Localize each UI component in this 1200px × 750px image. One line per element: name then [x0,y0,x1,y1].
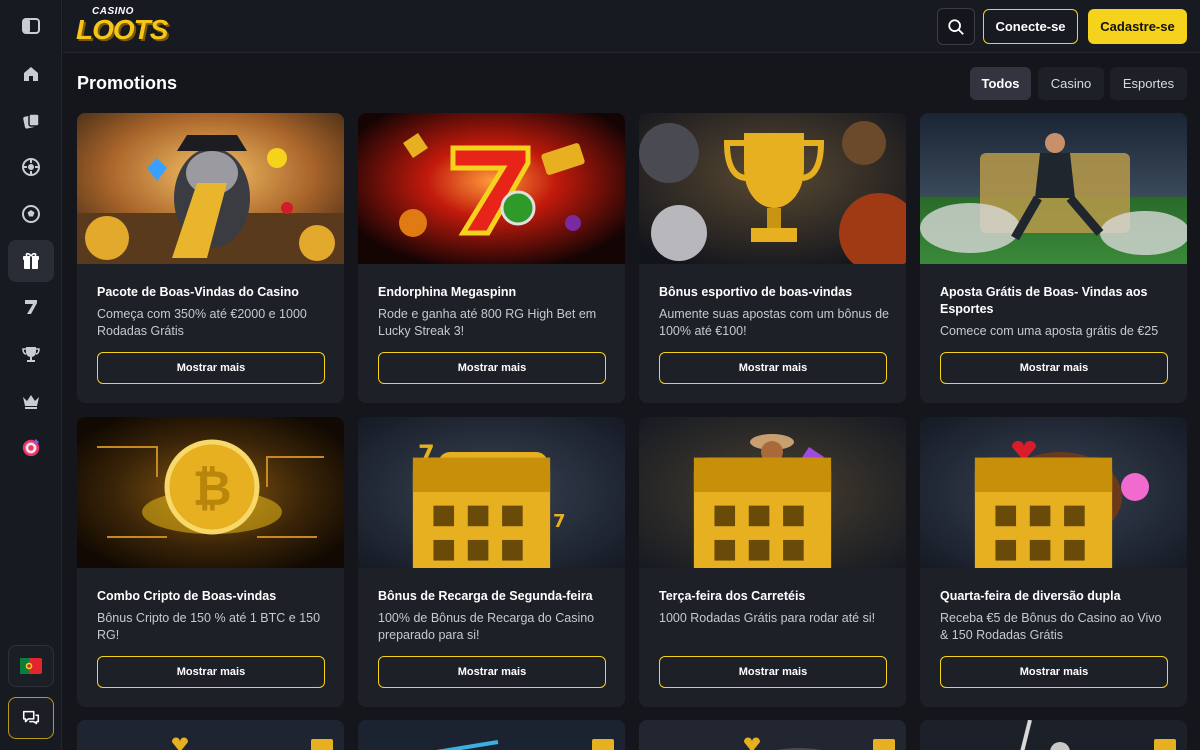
promo-title: Bônus de Recarga de Segunda-feira [378,589,593,603]
promo-banner-image [920,113,1187,264]
promo-banner-image [920,720,1187,750]
calendar-icon [974,457,1113,568]
promo-card-partial [358,720,625,750]
search-icon [948,18,964,35]
promo-banner-image [358,113,625,264]
promo-card: Pacote de Boas-Vindas do Casino Começa c… [77,113,344,403]
cards-icon [23,113,40,129]
promo-title: Aposta Grátis de Boas- Vindas aos Esport… [940,285,1148,316]
promo-card: Endorphina Megaspinn Rode e ganha até 80… [358,113,625,403]
top-header: CASINO LOOTS Conecte-se Cadastre-se [63,0,1200,53]
promo-banner-image [77,113,344,264]
sidebar-item-sports[interactable] [8,193,54,235]
svg-text:₿: ₿ [192,461,231,517]
promo-card: 777 7 7 Bônus de Recarga de Segunda-feir… [358,417,625,707]
show-more-button[interactable]: Mostrar mais [659,656,887,688]
promo-title: Endorphina Megaspinn [378,285,517,299]
promo-banner-image [639,113,906,264]
promo-card: Bônus esportivo de boas-vindas Aumente s… [639,113,906,403]
promo-description: Bônus Cripto de 150 % até 1 BTC e 150 RG… [97,611,321,642]
sidebar-item-slots[interactable] [8,286,54,328]
signup-button[interactable]: Cadastre-se [1088,9,1187,44]
show-more-button[interactable]: Mostrar mais [659,352,887,384]
sidebar-item-wheel[interactable] [8,426,54,468]
trophy-icon [22,347,40,362]
show-more-button[interactable]: Mostrar mais [378,352,606,384]
promo-card: 7 7 Terça-feira dos Carretéis 1000 Rodad… [639,417,906,707]
promo-banner-image [639,720,906,750]
sidebar-item-promotions[interactable] [8,240,54,282]
promo-banner-image: ₿ [77,417,344,568]
search-button[interactable] [937,8,975,45]
wheel-of-fortune-icon [22,438,40,457]
promo-title: Pacote de Boas-Vindas do Casino [97,285,299,299]
sidebar [0,0,62,750]
promo-banner-image: 777 7 7 [358,417,625,568]
seven-icon [25,300,37,314]
filter-tab-casino[interactable]: Casino [1038,67,1104,100]
portugal-flag-icon [20,658,42,674]
sidebar-item-home[interactable] [8,53,54,95]
promo-description: Rode e ganha até 800 RG High Bet em Luck… [378,307,597,338]
promo-description: Comece com uma aposta grátis de €25 [940,324,1159,338]
promo-card-partial [639,720,906,750]
home-icon [24,67,38,81]
login-button[interactable]: Conecte-se [983,9,1078,44]
calendar-icon [693,457,832,568]
promo-banner-image: 7 7 [639,417,906,568]
sidebar-item-tournaments[interactable] [8,333,54,375]
sidebar-item-casino[interactable] [8,100,54,142]
promo-card: Aposta Grátis de Boas- Vindas aos Esport… [920,113,1187,403]
promo-card: ₿ Combo Cripto de Boas-vindas Bônus Crip… [77,417,344,707]
casino-logo[interactable]: CASINO LOOTS [76,6,168,46]
promo-card-partial [77,720,344,750]
chat-bubbles-icon [22,710,40,725]
roulette-icon [22,158,40,176]
filter-tab-sports[interactable]: Esportes [1110,67,1187,100]
show-more-button[interactable]: Mostrar mais [378,656,606,688]
promo-card: Quarta-feira de diversão dupla Receba €5… [920,417,1187,707]
soccer-ball-icon [22,205,40,223]
show-more-button[interactable]: Mostrar mais [940,656,1168,688]
gift-icon [23,252,39,269]
promo-description: 100% de Bônus de Recarga do Casino prepa… [378,611,595,642]
panel-toggle-icon [22,18,40,34]
promo-card-partial [920,720,1187,750]
sidebar-item-vip[interactable] [8,380,54,422]
show-more-button[interactable]: Mostrar mais [940,352,1168,384]
promo-description: 1000 Rodadas Grátis para rodar até si! [659,611,876,625]
sidebar-toggle-button[interactable] [8,5,54,47]
promo-title: Quarta-feira de diversão dupla [940,589,1121,603]
crown-icon [23,395,39,409]
calendar-icon [412,457,551,568]
promo-description: Aumente suas apostas com um bônus de 100… [659,307,889,338]
promo-title: Bônus esportivo de boas-vindas [659,285,853,299]
live-chat-button[interactable] [8,697,54,739]
promo-title: Terça-feira dos Carretéis [659,589,806,603]
promo-description: Começa com 350% até €2000 e 1000 Rodadas… [97,307,307,338]
language-selector[interactable] [8,645,54,687]
page-title: Promotions [77,73,178,93]
sidebar-item-live-casino[interactable] [8,146,54,188]
filter-tab-all[interactable]: Todos [970,67,1031,100]
promo-description: Receba €5 de Bônus do Casino ao Vivo & 1… [940,611,1162,642]
show-more-button[interactable]: Mostrar mais [97,656,325,688]
promo-title: Combo Cripto de Boas-vindas [97,589,277,603]
promo-banner-image [920,417,1187,568]
promo-banner-image [358,720,625,750]
promo-banner-image [77,720,344,750]
logo-main-text: LOOTS [76,14,168,45]
show-more-button[interactable]: Mostrar mais [97,352,325,384]
